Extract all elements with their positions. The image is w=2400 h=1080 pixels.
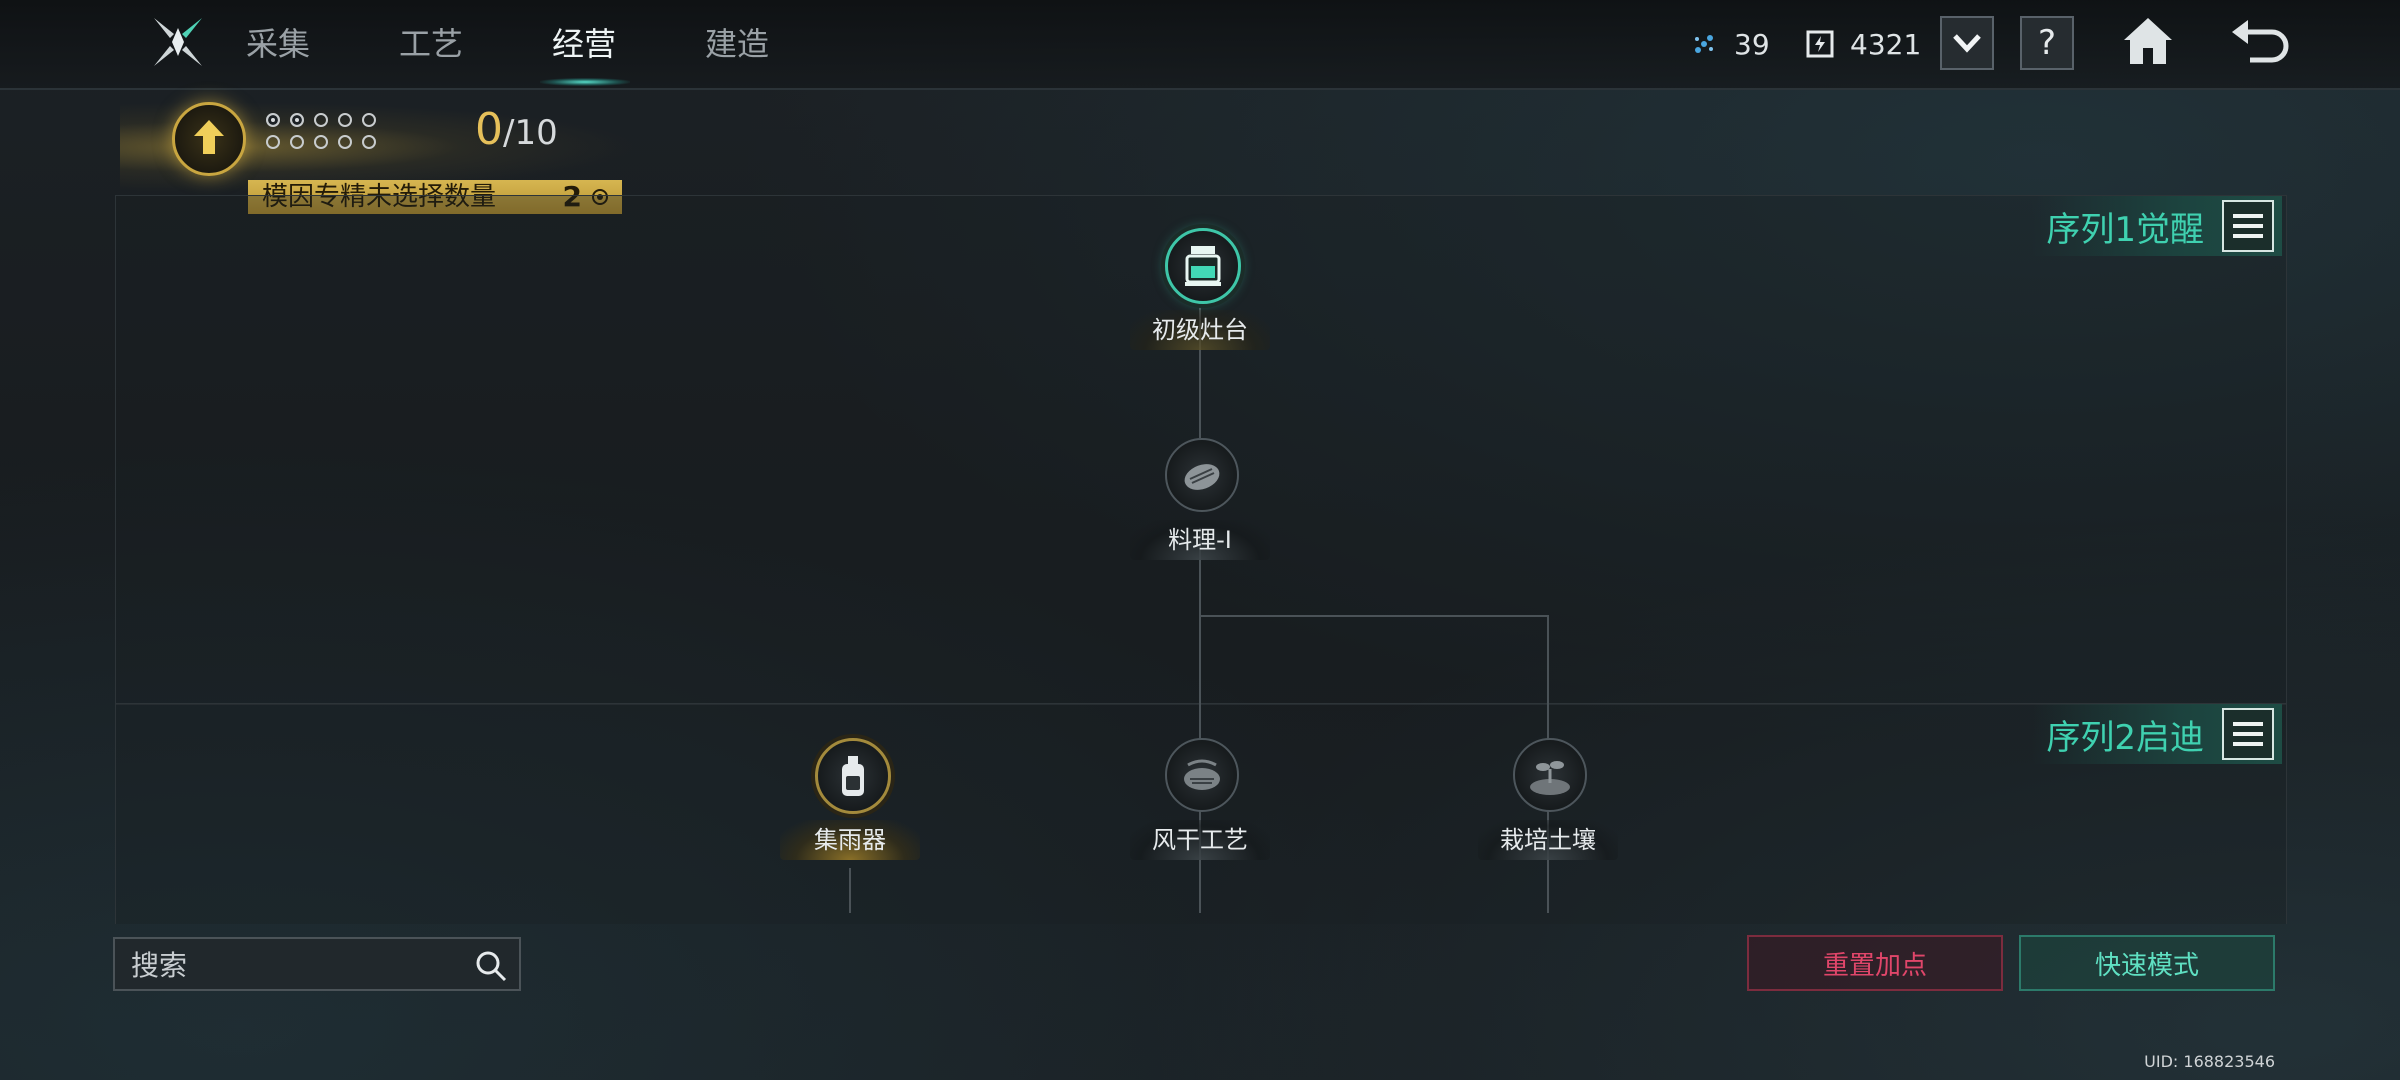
search-icon[interactable] xyxy=(473,948,509,984)
skill-node-label: 风干工艺 xyxy=(1130,820,1270,860)
sprout-icon xyxy=(1513,738,1587,812)
progress-dot xyxy=(314,113,328,127)
back-arrow-icon xyxy=(2228,14,2292,72)
skill-node-rain-collector[interactable]: 集雨器 xyxy=(780,738,920,878)
progress-dot xyxy=(290,135,304,149)
skill-node-air-dry[interactable]: 风干工艺 xyxy=(1130,738,1270,878)
progress-dot xyxy=(266,113,280,127)
menu-bar xyxy=(2233,214,2263,218)
menu-bar xyxy=(2233,234,2263,238)
sequence-2-header: 序列2启迪 xyxy=(2032,704,2282,764)
top-bar: 采集 工艺 经营 建造 39 4321 ? xyxy=(0,0,2400,90)
resource-feather: 39 xyxy=(1688,22,1770,66)
quick-mode-button[interactable]: 快速模式 xyxy=(2019,935,2275,991)
sequence-2-menu-button[interactable] xyxy=(2222,708,2274,760)
progress-dot xyxy=(266,135,280,149)
dried-meat-icon xyxy=(1165,738,1239,812)
dropdown-button[interactable] xyxy=(1940,16,1994,70)
skill-node-cooking[interactable]: 料理-I xyxy=(1130,438,1270,578)
tab-craft[interactable]: 工艺 xyxy=(399,20,463,68)
user-id: UID: 168823546 xyxy=(2144,1052,2275,1071)
tab-build[interactable]: 建造 xyxy=(705,20,769,68)
reset-points-button[interactable]: 重置加点 xyxy=(1747,935,2003,991)
feather-token-icon xyxy=(1688,28,1720,60)
home-button[interactable] xyxy=(2116,12,2180,74)
progress-dot xyxy=(362,135,376,149)
menu-bar xyxy=(2233,224,2263,228)
gene-upgrade-medal[interactable] xyxy=(172,102,246,176)
skill-node-label: 栽培土壤 xyxy=(1478,820,1618,860)
progress-dot xyxy=(362,113,376,127)
progress-dot xyxy=(314,135,328,149)
skill-node-label: 集雨器 xyxy=(780,820,920,860)
up-arrow-icon xyxy=(192,118,226,160)
skill-node-stove[interactable]: 初级灶台 xyxy=(1130,228,1270,368)
home-icon xyxy=(2120,14,2176,72)
sequence-1-menu-button[interactable] xyxy=(2222,200,2274,252)
back-button[interactable] xyxy=(2228,12,2292,74)
menu-bar xyxy=(2233,742,2263,746)
bottle-icon xyxy=(815,738,891,814)
tab-management[interactable]: 经营 xyxy=(552,20,616,68)
progress-dot xyxy=(290,113,304,127)
skill-node-label: 料理-I xyxy=(1130,520,1270,560)
resource-energy: 4321 xyxy=(1804,22,1921,66)
sequence-1-title: 序列1觉醒 xyxy=(2046,209,2204,250)
energy-box-icon xyxy=(1804,28,1836,60)
chevron-down-icon xyxy=(1952,23,1982,63)
stove-icon xyxy=(1165,228,1241,304)
gene-progress-dots xyxy=(266,112,386,156)
gene-separator: / xyxy=(503,113,515,153)
progress-dot xyxy=(338,113,352,127)
menu-bar xyxy=(2233,722,2263,726)
connector-line xyxy=(1201,615,1549,617)
energy-count: 4321 xyxy=(1850,27,1922,61)
gene-max: 10 xyxy=(514,113,558,153)
skill-node-label: 初级灶台 xyxy=(1130,310,1270,350)
tab-gather[interactable]: 采集 xyxy=(246,20,310,68)
skill-node-soil[interactable]: 栽培土壤 xyxy=(1478,738,1618,878)
search-placeholder: 搜索 xyxy=(131,949,188,982)
game-logo-icon xyxy=(150,14,206,70)
sequence-1-header: 序列1觉醒 xyxy=(2032,196,2282,256)
steak-icon xyxy=(1165,438,1239,512)
menu-bar xyxy=(2233,732,2263,736)
gene-count: 0/10 xyxy=(475,104,558,155)
search-input[interactable]: 搜索 xyxy=(113,937,521,991)
progress-dot xyxy=(338,135,352,149)
sequence-2-title: 序列2启迪 xyxy=(2046,717,2204,758)
gene-current: 0 xyxy=(475,104,503,155)
active-tab-indicator xyxy=(540,78,630,86)
help-icon: ? xyxy=(2037,23,2057,63)
help-button[interactable]: ? xyxy=(2020,16,2074,70)
feather-count: 39 xyxy=(1734,27,1770,61)
